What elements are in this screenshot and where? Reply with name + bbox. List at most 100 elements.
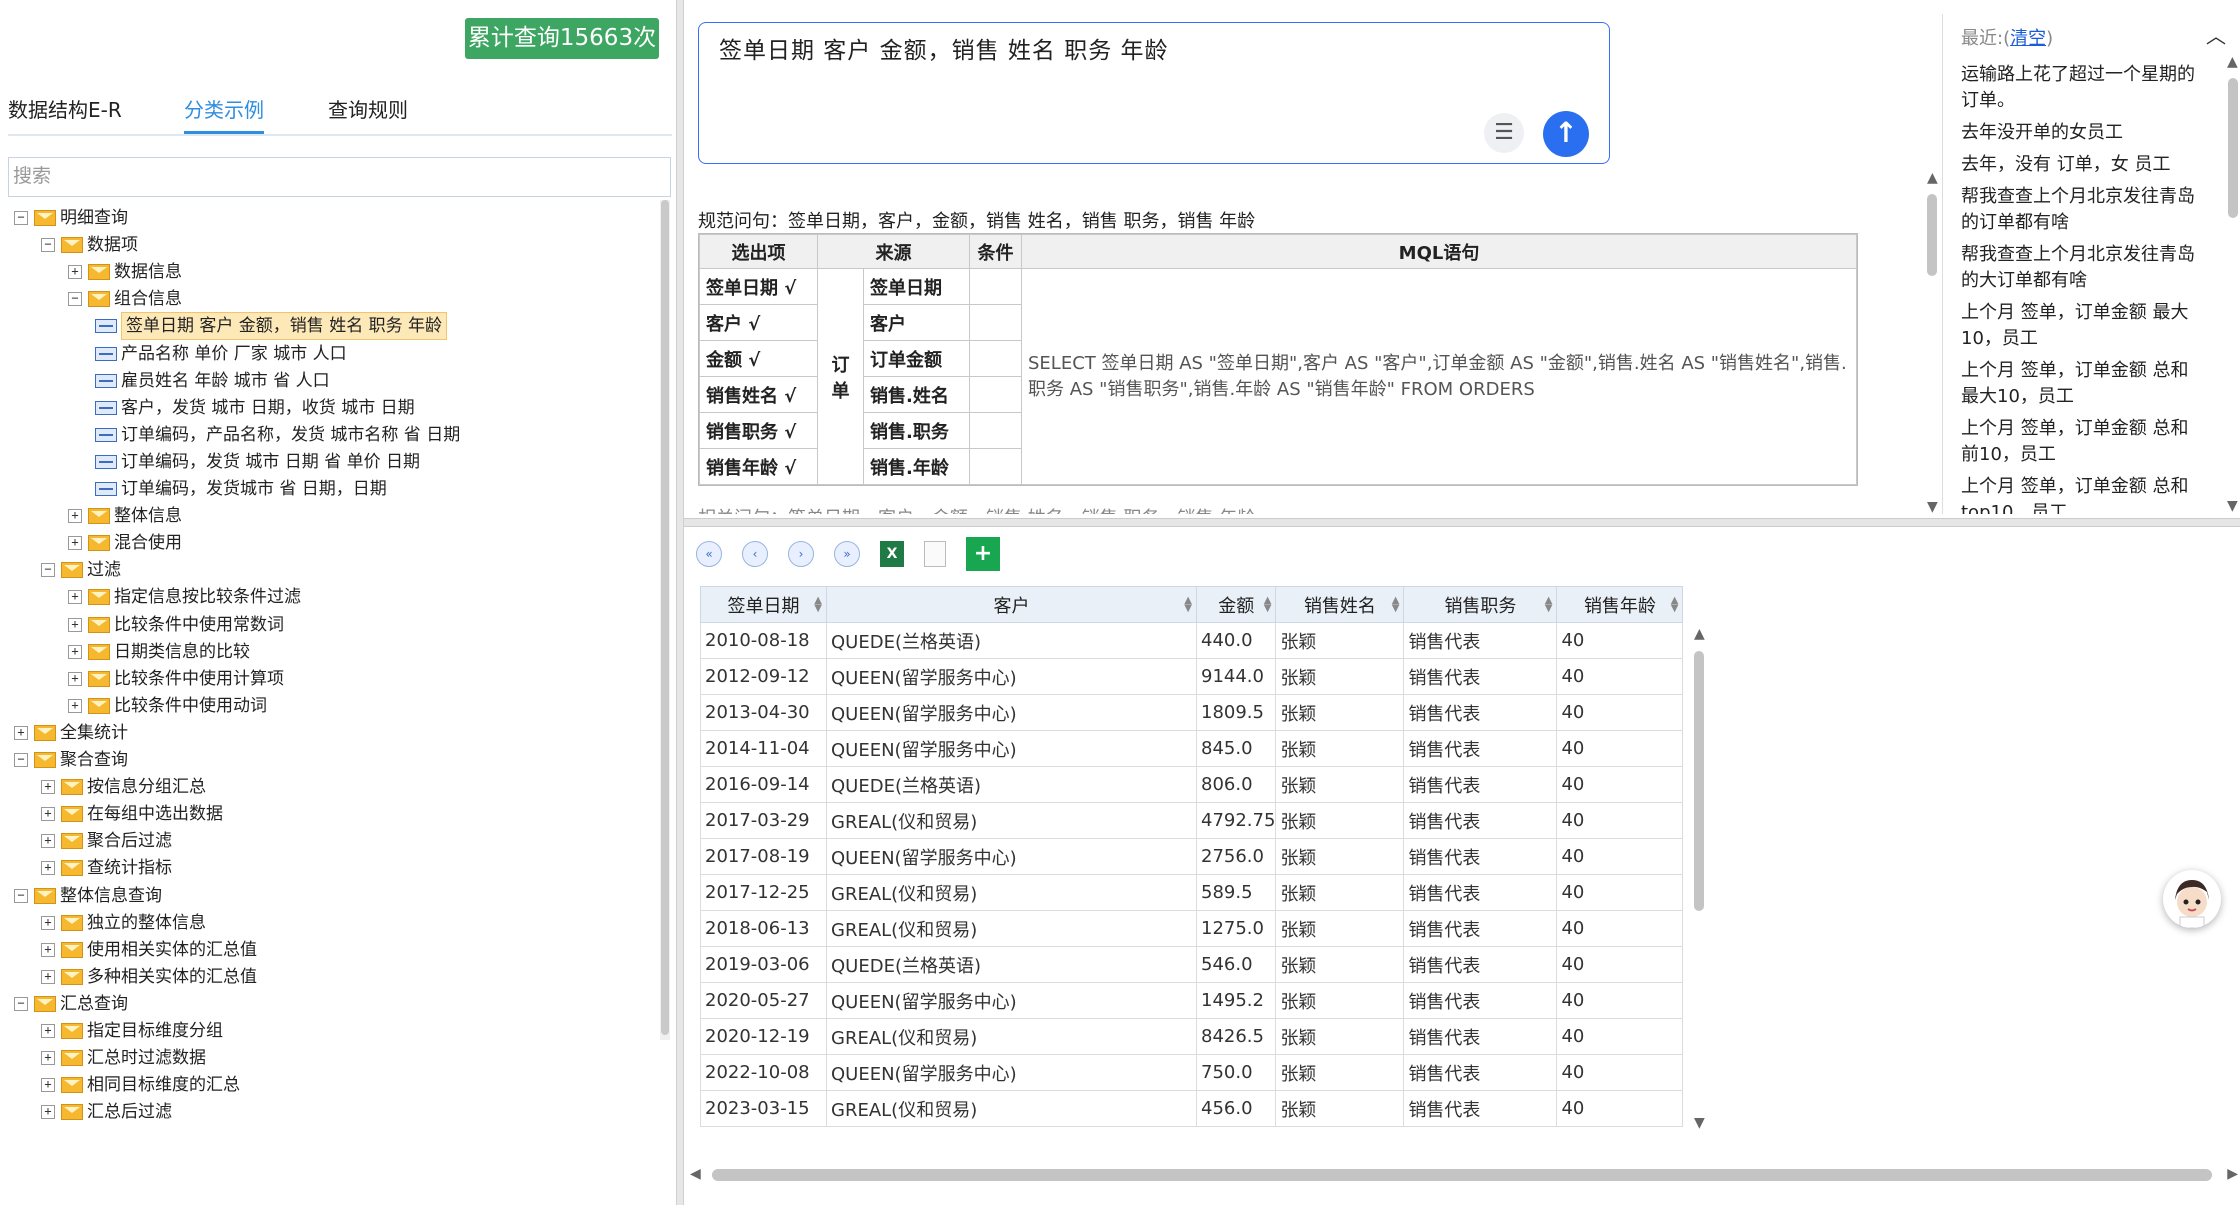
add-table-icon[interactable]: + xyxy=(966,537,1000,571)
tree-folder[interactable]: + 聚合后过滤 xyxy=(41,828,172,854)
list-icon[interactable]: ☰ xyxy=(1484,113,1524,153)
scroll-up-icon[interactable]: ▲ xyxy=(2227,54,2238,70)
table-row[interactable]: 2017-08-19 QUEEN(留学服务中心) 2756.0 张颖 销售代表 40 xyxy=(700,838,1684,875)
tree-folder[interactable]: + 指定信息按比较条件过滤 xyxy=(68,584,301,610)
tree-folder[interactable]: + 相同目标维度的汇总 xyxy=(41,1072,240,1098)
collapse-toggle-icon[interactable]: − xyxy=(68,292,82,307)
expand-toggle-icon[interactable]: + xyxy=(41,915,55,930)
tree-folder[interactable]: + 比较条件中使用常数词 xyxy=(68,612,284,638)
last-page-icon[interactable]: » xyxy=(834,541,860,567)
tree-scrollbar[interactable] xyxy=(660,200,670,1040)
collapse-toggle-icon[interactable]: − xyxy=(14,753,28,767)
scroll-up-icon[interactable]: ▲ xyxy=(1694,626,1705,642)
document-icon[interactable] xyxy=(924,541,946,567)
tree-leaf[interactable]: 订单编码，产品名称，发货 城市名称 省 日期 xyxy=(95,422,460,448)
expand-toggle-icon[interactable]: + xyxy=(68,671,82,686)
tree-folder[interactable]: + 多种相关实体的汇总值 xyxy=(41,964,257,990)
grid-scrollbar[interactable]: ▲ ▼ xyxy=(1692,626,1706,1131)
send-arrow-icon[interactable]: ↑ xyxy=(1543,111,1589,157)
hscroll-thumb[interactable] xyxy=(712,1169,2212,1181)
table-row[interactable]: 2016-09-14 QUEDE(兰格英语) 806.0 张颖 销售代表 40 xyxy=(700,766,1684,803)
table-row[interactable]: 2023-03-15 GREAL(仪和贸易) 456.0 张颖 销售代表 40 xyxy=(700,1090,1684,1127)
recent-item[interactable]: 帮我查查上个月北京发往青岛的订单都有啥 xyxy=(1961,184,2201,236)
vertical-splitter[interactable] xyxy=(676,0,684,1205)
expand-toggle-icon[interactable]: + xyxy=(41,969,55,984)
expand-toggle-icon[interactable]: + xyxy=(68,536,82,551)
tab-rules[interactable]: 查询规则 xyxy=(328,94,408,123)
tree-folder[interactable]: − 组合信息 xyxy=(68,286,182,312)
tree-folder[interactable]: + 混合使用 xyxy=(68,530,182,556)
horizontal-splitter[interactable] xyxy=(684,518,2240,527)
tree-folder[interactable]: + 日期类信息的比较 xyxy=(68,639,250,665)
column-header[interactable]: 签单日期 ▲ ▼ xyxy=(700,586,827,623)
column-header[interactable]: 销售姓名 ▲ ▼ xyxy=(1275,586,1405,623)
sort-icon[interactable]: ▲ ▼ xyxy=(1184,596,1192,614)
recent-item[interactable]: 帮我查查上个月北京发往青岛的大订单都有啥 xyxy=(1961,242,2201,294)
prev-page-icon[interactable]: ‹ xyxy=(742,541,768,567)
collapse-toggle-icon[interactable]: − xyxy=(14,211,28,225)
table-row[interactable]: 2020-05-27 QUEEN(留学服务中心) 1495.2 张颖 销售代表 40 xyxy=(700,982,1684,1019)
tree-folder[interactable]: − 过滤 xyxy=(41,557,121,583)
scroll-down-icon[interactable]: ▼ xyxy=(1694,1115,1705,1131)
collapse-toggle-icon[interactable]: − xyxy=(41,563,55,578)
sort-icon[interactable]: ▲ ▼ xyxy=(1545,596,1553,614)
recent-item[interactable]: 运输路上花了超过一个星期的订单。 xyxy=(1961,62,2201,114)
tree-folder[interactable]: + 使用相关实体的汇总值 xyxy=(41,937,257,963)
expand-toggle-icon[interactable]: + xyxy=(68,698,82,713)
tree-folder[interactable]: + 按信息分组汇总 xyxy=(41,774,206,800)
table-row[interactable]: 2017-12-25 GREAL(仪和贸易) 589.5 张颖 销售代表 40 xyxy=(700,874,1684,911)
column-header[interactable]: 客户 ▲ ▼ xyxy=(826,586,1197,623)
tree-folder[interactable]: − 汇总查询 xyxy=(14,991,128,1017)
collapse-toggle-icon[interactable]: − xyxy=(14,996,28,1011)
tree-folder[interactable]: + 数据信息 xyxy=(68,259,182,285)
grid-horizontal-scrollbar[interactable]: ◀ ▶ xyxy=(686,1164,2240,1186)
expand-toggle-icon[interactable]: + xyxy=(14,725,28,740)
query-text[interactable]: 签单日期 客户 金额，销售 姓名 职务 年龄 xyxy=(719,31,1169,65)
grid-scroll-thumb[interactable] xyxy=(1694,651,1704,911)
scroll-right-icon[interactable]: ▶ xyxy=(2227,1166,2238,1182)
expand-toggle-icon[interactable]: + xyxy=(68,509,82,524)
tree-folder[interactable]: − 明细查询 xyxy=(14,205,128,231)
sort-icon[interactable]: ▲ ▼ xyxy=(1392,596,1400,614)
search-input[interactable] xyxy=(8,157,671,197)
tree-folder[interactable]: − 聚合查询 xyxy=(14,747,128,773)
sort-icon[interactable]: ▲ ▼ xyxy=(1264,596,1272,614)
table-row[interactable]: 2020-12-19 GREAL(仪和贸易) 8426.5 张颖 销售代表 40 xyxy=(700,1018,1684,1055)
column-header[interactable]: 销售职务 ▲ ▼ xyxy=(1403,586,1558,623)
recent-item[interactable]: 去年没开单的女员工 xyxy=(1961,120,2201,146)
tree-folder[interactable]: + 汇总时过滤数据 xyxy=(41,1045,206,1071)
tree-folder[interactable]: + 比较条件中使用计算项 xyxy=(68,666,284,692)
tree-leaf[interactable]: 订单编码，发货 城市 日期 省 单价 日期 xyxy=(95,449,420,475)
tree-folder[interactable]: + 全集统计 xyxy=(14,720,128,746)
middle-scrollbar[interactable]: ▲ ▼ xyxy=(1926,170,1938,515)
collapse-icon[interactable]: ︿ xyxy=(2206,20,2226,49)
first-page-icon[interactable]: « xyxy=(696,541,722,567)
expand-toggle-icon[interactable]: + xyxy=(41,1105,55,1120)
tree-leaf[interactable]: 订单编码，发货城市 省 日期，日期 xyxy=(95,476,387,502)
table-row[interactable]: 2018-06-13 GREAL(仪和贸易) 1275.0 张颖 销售代表 40 xyxy=(700,910,1684,947)
table-row[interactable]: 2013-04-30 QUEEN(留学服务中心) 1809.5 张颖 销售代表 40 xyxy=(700,694,1684,731)
recent-item[interactable]: 上个月 签单，订单金额 最大10，员工 xyxy=(1961,300,2201,352)
tab-er[interactable]: 数据结构E-R xyxy=(8,94,122,123)
expand-toggle-icon[interactable]: + xyxy=(41,942,55,957)
tree-folder[interactable]: + 独立的整体信息 xyxy=(41,910,206,936)
recent-item[interactable]: 上个月 签单，订单金额 总和 top10，员工 xyxy=(1961,474,2201,514)
tree-leaf[interactable]: 客户，发货 城市 日期，收货 城市 日期 xyxy=(95,395,415,421)
tree-folder[interactable]: − 整体信息查询 xyxy=(14,883,162,909)
tree-folder[interactable]: + 查统计指标 xyxy=(41,855,172,881)
table-row[interactable]: 2014-11-04 QUEEN(留学服务中心) 845.0 张颖 销售代表 40 xyxy=(700,730,1684,767)
collapse-toggle-icon[interactable]: − xyxy=(41,238,55,253)
table-row[interactable]: 2010-08-18 QUEDE(兰格英语) 440.0 张颖 销售代表 40 xyxy=(700,622,1684,659)
scroll-down-icon[interactable]: ▼ xyxy=(1927,499,1938,515)
table-row[interactable]: 2019-03-06 QUEDE(兰格英语) 546.0 张颖 销售代表 40 xyxy=(700,946,1684,983)
expand-toggle-icon[interactable]: + xyxy=(68,590,82,605)
middle-scroll-thumb[interactable] xyxy=(1927,194,1937,276)
clear-recent-link[interactable]: 清空 xyxy=(2010,28,2046,49)
tree-folder[interactable]: + 整体信息 xyxy=(68,503,182,529)
tree-folder[interactable]: − 数据项 xyxy=(41,232,138,258)
excel-export-icon[interactable]: X xyxy=(880,541,904,567)
recent-scroll-thumb[interactable] xyxy=(2228,78,2238,218)
tab-examples[interactable]: 分类示例 xyxy=(184,94,264,134)
collapse-toggle-icon[interactable]: − xyxy=(14,888,28,903)
recent-item[interactable]: 上个月 签单，订单金额 总和 最大10，员工 xyxy=(1961,358,2201,410)
